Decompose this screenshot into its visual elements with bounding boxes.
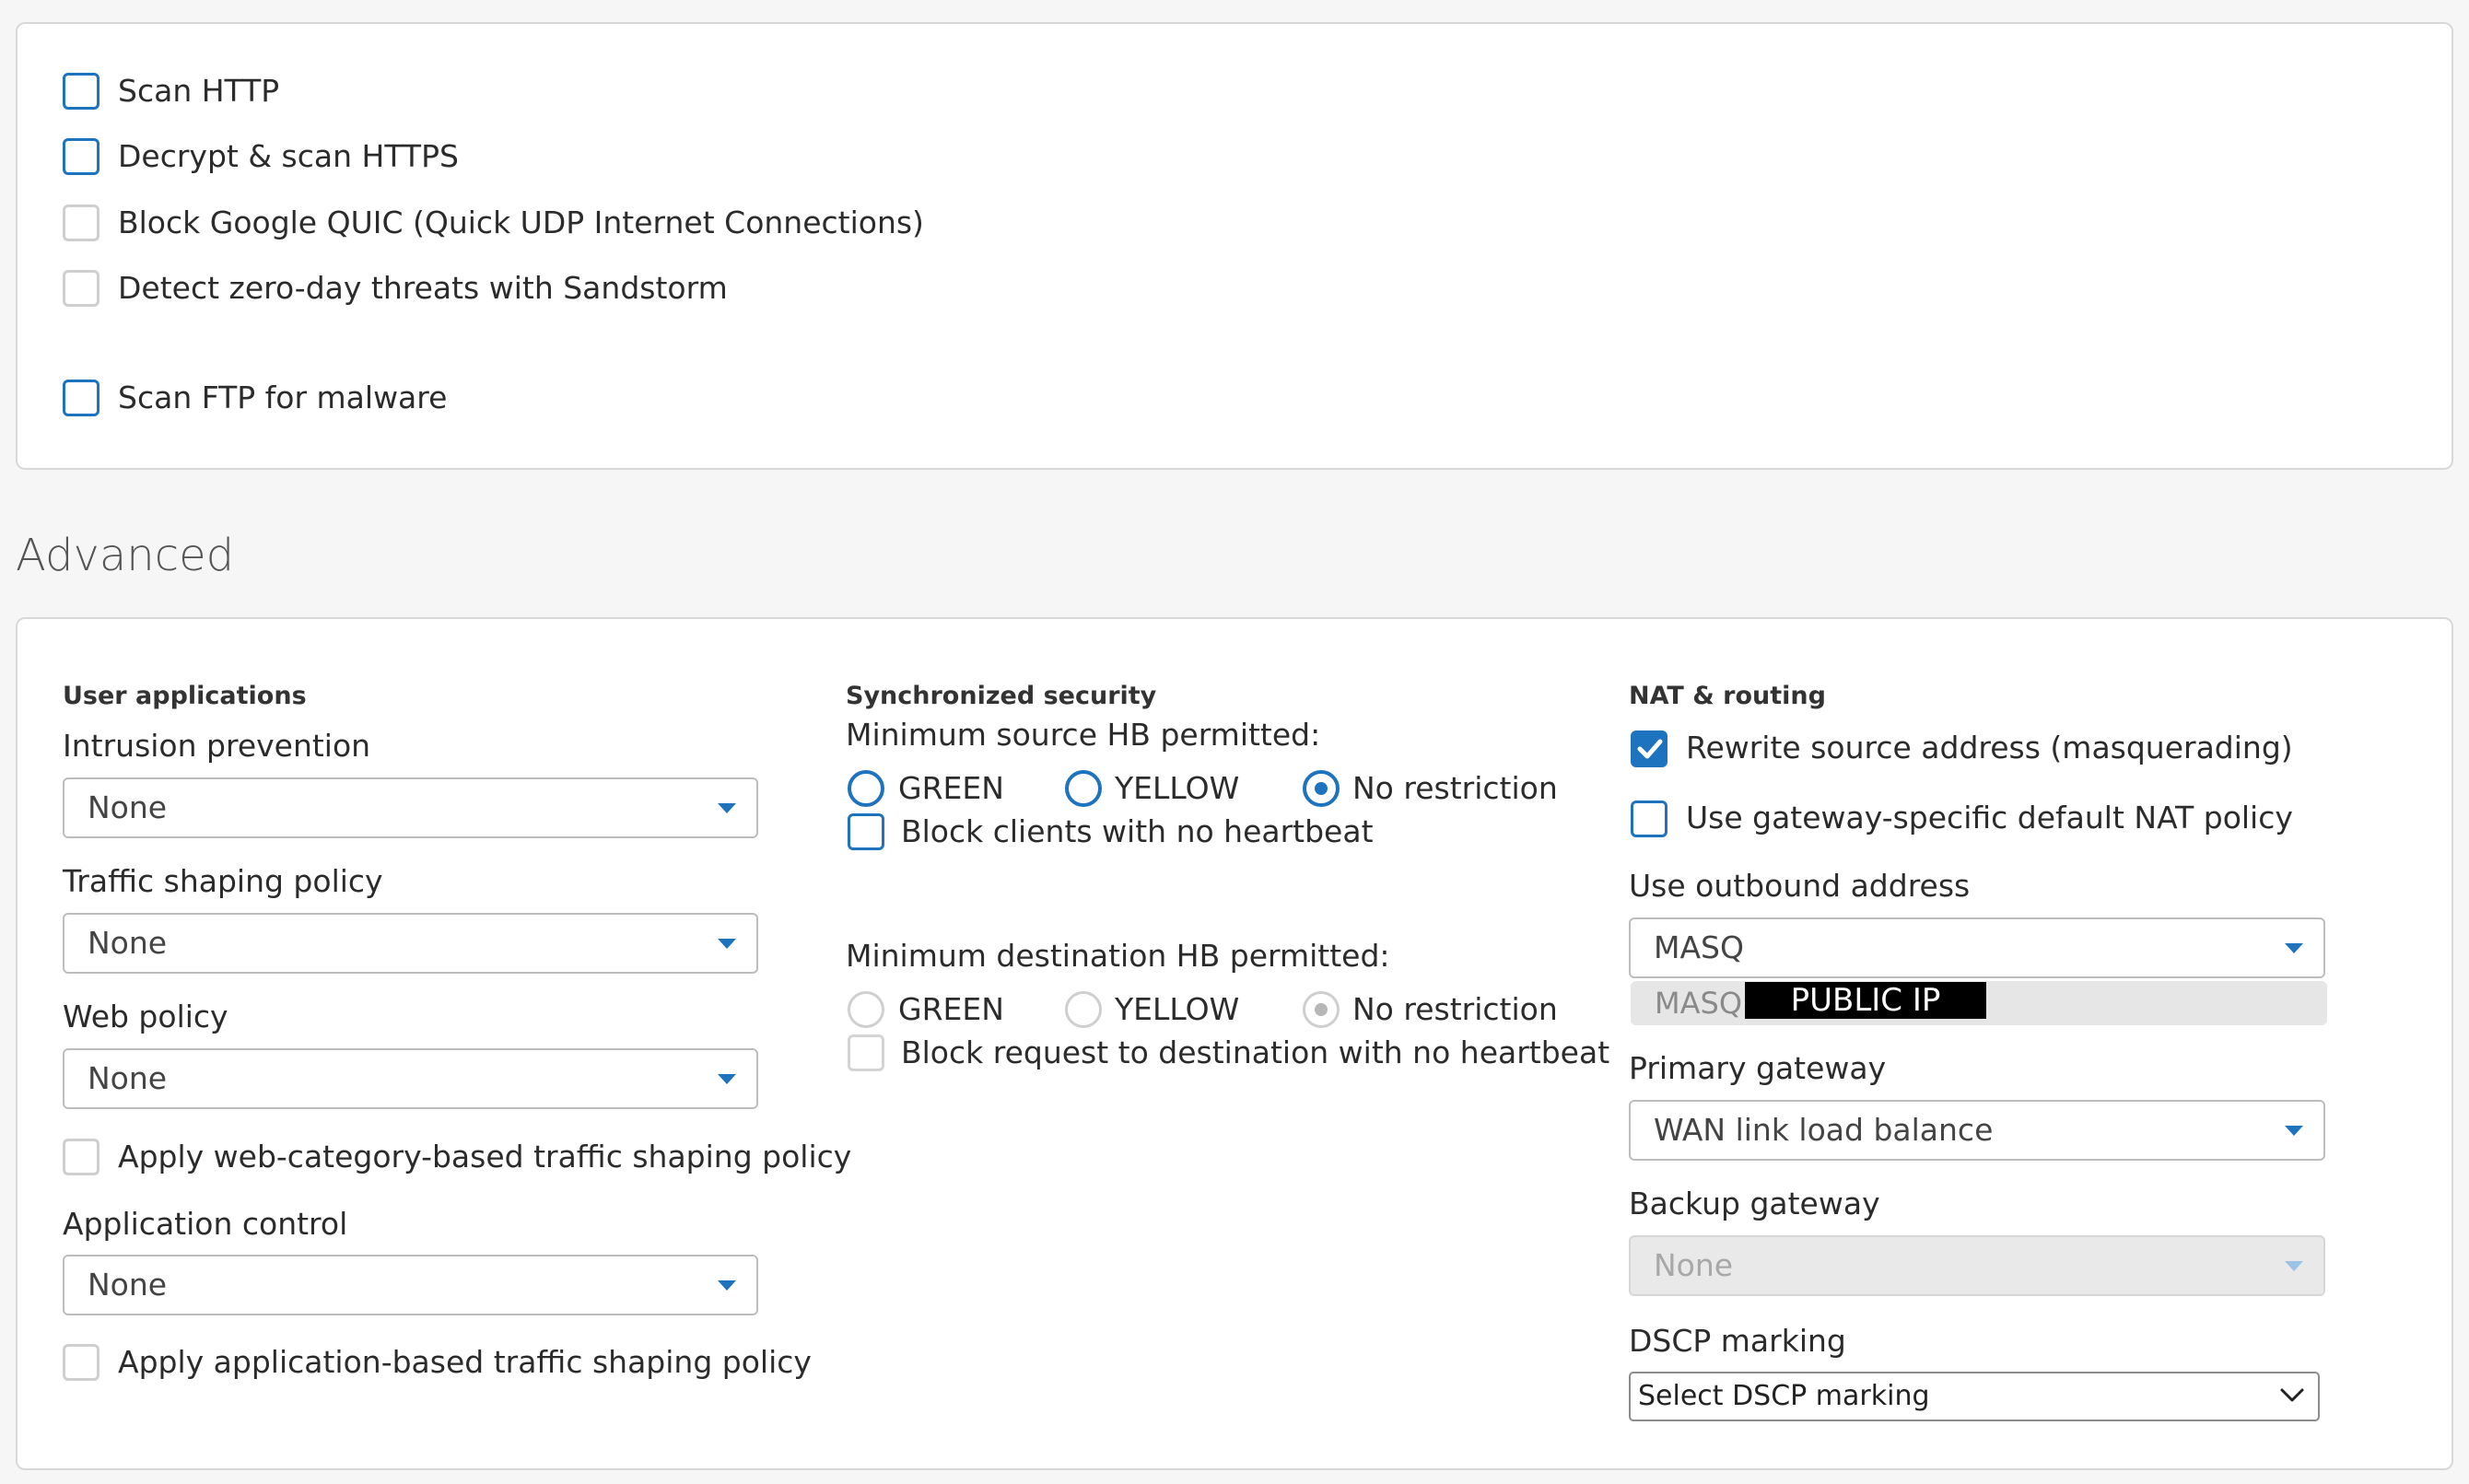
primary-gateway-select[interactable]: WAN link load balance	[1629, 1100, 2325, 1161]
chevron-down-icon	[718, 1074, 736, 1084]
traffic-shaping-value: None	[88, 925, 168, 961]
dest-green-radio[interactable]	[848, 991, 884, 1028]
backup-gateway-value: None	[1654, 1247, 1734, 1283]
chevron-down-icon	[718, 1280, 736, 1291]
redacted-public-ip: PUBLIC IP	[1745, 982, 1986, 1019]
scan-ftp-checkbox[interactable]	[63, 380, 99, 416]
chevron-down-icon	[2285, 1261, 2303, 1271]
intrusion-value: None	[88, 789, 168, 825]
web-category-shaping-checkbox[interactable]	[63, 1139, 99, 1175]
source-yellow-radio[interactable]	[1065, 770, 1102, 807]
traffic-shaping-label: Traffic shaping policy	[63, 863, 383, 899]
scan-http-label: Scan HTTP	[118, 73, 280, 109]
chevron-down-icon	[2280, 1388, 2304, 1402]
backup-gateway-label: Backup gateway	[1629, 1186, 1880, 1221]
rewrite-source-checkbox[interactable]	[1631, 730, 1667, 767]
source-no-restriction-label: No restriction	[1352, 770, 1558, 806]
min-source-label: Minimum source HB permitted:	[846, 717, 1321, 753]
dscp-marking-select[interactable]: Select DSCP marking	[1629, 1372, 2320, 1421]
block-quic-label: Block Google QUIC (Quick UDP Internet Co…	[118, 204, 924, 240]
primary-gateway-value: WAN link load balance	[1654, 1112, 1994, 1148]
sync-security-heading: Synchronized security	[846, 682, 1157, 710]
web-policy-select[interactable]: None	[63, 1048, 758, 1109]
user-apps-heading: User applications	[63, 682, 307, 710]
section-title-advanced: Advanced	[16, 530, 235, 581]
sandstorm-label: Detect zero-day threats with Sandstorm	[118, 270, 728, 306]
chevron-down-icon	[718, 939, 736, 949]
nat-routing-heading: NAT & routing	[1629, 682, 1826, 710]
chevron-down-icon	[718, 803, 736, 813]
chevron-down-icon	[2285, 943, 2303, 953]
source-yellow-label: YELLOW	[1115, 770, 1240, 806]
min-dest-label: Minimum destination HB permitted:	[846, 938, 1390, 974]
gateway-default-nat-checkbox[interactable]	[1631, 800, 1667, 837]
check-icon	[1637, 739, 1663, 759]
traffic-shaping-select[interactable]: None	[63, 913, 758, 974]
chevron-down-icon	[2285, 1126, 2303, 1136]
rewrite-source-label: Rewrite source address (masquerading)	[1686, 730, 2293, 765]
intrusion-label: Intrusion prevention	[63, 728, 371, 764]
scan-ftp-label: Scan FTP for malware	[118, 380, 448, 415]
source-no-restriction-radio[interactable]	[1303, 770, 1340, 807]
intrusion-select[interactable]: None	[63, 777, 758, 838]
primary-gateway-label: Primary gateway	[1629, 1050, 1887, 1086]
outbound-address-value: MASQ	[1654, 929, 1744, 965]
app-control-select[interactable]: None	[63, 1255, 758, 1315]
source-green-radio[interactable]	[848, 770, 884, 807]
block-quic-checkbox[interactable]	[63, 204, 99, 241]
outbound-option-label: MASQ	[1655, 986, 1742, 1021]
app-control-value: None	[88, 1267, 168, 1303]
block-request-checkbox[interactable]	[848, 1034, 884, 1071]
web-policy-label: Web policy	[63, 999, 228, 1034]
scan-http-checkbox[interactable]	[63, 73, 99, 110]
block-request-label: Block request to destination with no hea…	[901, 1034, 1610, 1070]
gateway-default-nat-label: Use gateway-specific default NAT policy	[1686, 800, 2293, 835]
dest-no-restriction-radio[interactable]	[1303, 991, 1340, 1028]
app-based-shaping-checkbox[interactable]	[63, 1344, 99, 1381]
decrypt-https-checkbox[interactable]	[63, 138, 99, 175]
sandstorm-checkbox[interactable]	[63, 270, 99, 307]
dest-green-label: GREEN	[898, 991, 1004, 1027]
dscp-marking-value: Select DSCP marking	[1638, 1380, 1930, 1412]
source-green-label: GREEN	[898, 770, 1004, 806]
dest-yellow-radio[interactable]	[1065, 991, 1102, 1028]
web-category-shaping-label: Apply web-category-based traffic shaping…	[118, 1139, 852, 1174]
dest-yellow-label: YELLOW	[1115, 991, 1240, 1027]
block-clients-checkbox[interactable]	[848, 813, 884, 850]
app-based-shaping-label: Apply application-based traffic shaping …	[118, 1344, 812, 1380]
web-policy-value: None	[88, 1060, 168, 1096]
backup-gateway-select: None	[1629, 1235, 2325, 1296]
app-control-label: Application control	[63, 1206, 348, 1242]
dscp-marking-label: DSCP marking	[1629, 1323, 1846, 1359]
outbound-address-label: Use outbound address	[1629, 868, 1971, 904]
block-clients-label: Block clients with no heartbeat	[901, 813, 1374, 849]
outbound-address-select[interactable]: MASQ	[1629, 917, 2325, 978]
decrypt-https-label: Decrypt & scan HTTPS	[118, 138, 459, 174]
dest-no-restriction-label: No restriction	[1352, 991, 1558, 1027]
